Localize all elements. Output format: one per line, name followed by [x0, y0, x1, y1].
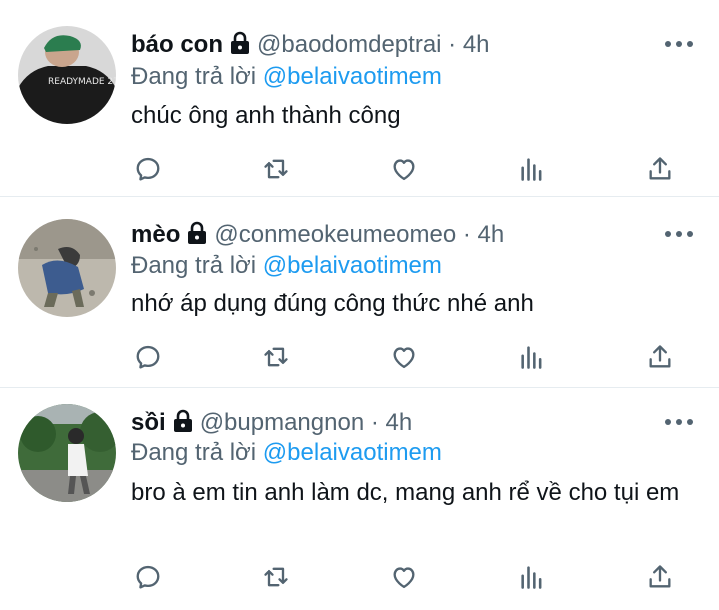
tweet-header: báo con @baodomdeptrai · 4h	[131, 30, 659, 63]
tweet[interactable]: sồi @bupmangnon · 4h Đang trả lời @belaiv…	[0, 388, 719, 610]
lock-icon	[172, 409, 194, 441]
avatar[interactable]: READYMADE 27	[18, 26, 116, 124]
timestamp[interactable]: 4h	[386, 409, 413, 436]
avatar-shirt-text: READYMADE 27	[48, 77, 116, 87]
lock-icon	[229, 31, 251, 63]
reply-prefix: Đang trả lời	[131, 252, 257, 279]
mention-link[interactable]: @belaivaotimem	[263, 63, 442, 90]
reply-icon[interactable]	[133, 342, 163, 372]
display-name[interactable]: sồi	[131, 409, 166, 436]
handle[interactable]: @bupmangnon	[200, 409, 364, 436]
heart-icon[interactable]	[389, 154, 419, 184]
separator: ·	[441, 31, 463, 58]
separator: ·	[364, 409, 386, 436]
action-bar	[131, 342, 691, 372]
avatar[interactable]	[18, 404, 116, 502]
heart-icon[interactable]	[389, 562, 419, 592]
more-icon[interactable]	[665, 224, 693, 244]
analytics-icon[interactable]	[517, 154, 547, 184]
more-icon[interactable]	[665, 412, 693, 432]
tweet-header: sồi @bupmangnon · 4h	[131, 408, 659, 441]
reply-prefix: Đang trả lời	[131, 439, 257, 466]
more-icon[interactable]	[665, 34, 693, 54]
share-icon[interactable]	[645, 562, 675, 592]
replying-to: Đang trả lời @belaivaotimem	[131, 251, 442, 281]
tweet[interactable]: READYMADE 27 báo con @baodomdeptrai · 4h …	[0, 0, 719, 197]
tweet-text: chúc ông anh thành công	[131, 102, 401, 129]
timestamp[interactable]: 4h	[463, 31, 490, 58]
heart-icon[interactable]	[389, 342, 419, 372]
tweet[interactable]: mèo @conmeokeumeomeo · 4h Đang trả lời @b…	[0, 197, 719, 388]
tweet-text: nhớ áp dụng đúng công thức nhé anh	[131, 290, 534, 317]
tweet-header: mèo @conmeokeumeomeo · 4h	[131, 220, 659, 253]
display-name[interactable]: mèo	[131, 221, 180, 248]
retweet-icon[interactable]	[261, 562, 291, 592]
avatar[interactable]	[18, 219, 116, 317]
lock-icon	[186, 221, 208, 253]
retweet-icon[interactable]	[261, 342, 291, 372]
replying-to: Đang trả lời @belaivaotimem	[131, 62, 442, 92]
separator: ·	[456, 221, 478, 248]
display-name[interactable]: báo con	[131, 31, 223, 58]
tweet-text: bro à em tin anh làm dc, mang anh rể về …	[131, 479, 680, 506]
analytics-icon[interactable]	[517, 342, 547, 372]
handle[interactable]: @baodomdeptrai	[257, 31, 441, 58]
share-icon[interactable]	[645, 154, 675, 184]
analytics-icon[interactable]	[517, 562, 547, 592]
handle[interactable]: @conmeokeumeomeo	[214, 221, 456, 248]
replying-to: Đang trả lời @belaivaotimem	[131, 438, 442, 468]
mention-link[interactable]: @belaivaotimem	[263, 252, 442, 279]
share-icon[interactable]	[645, 342, 675, 372]
retweet-icon[interactable]	[261, 154, 291, 184]
action-bar	[131, 562, 691, 592]
mention-link[interactable]: @belaivaotimem	[263, 439, 442, 466]
reply-prefix: Đang trả lời	[131, 63, 257, 90]
reply-icon[interactable]	[133, 562, 163, 592]
timestamp[interactable]: 4h	[478, 221, 505, 248]
action-bar	[131, 154, 691, 184]
reply-icon[interactable]	[133, 154, 163, 184]
